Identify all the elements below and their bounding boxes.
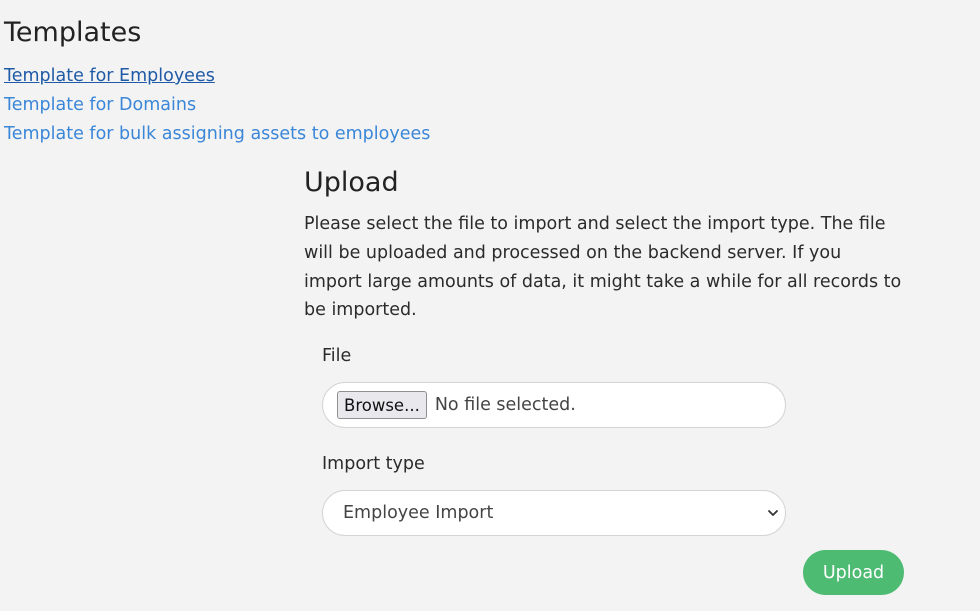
template-domains-link[interactable]: Template for Domains <box>4 91 430 120</box>
chevron-down-icon <box>767 507 779 519</box>
file-status-text: No file selected. <box>434 395 576 415</box>
template-bulk-assign-link[interactable]: Template for bulk assigning assets to em… <box>4 120 430 149</box>
templates-heading: Templates <box>4 17 142 48</box>
file-label: File <box>322 346 352 366</box>
import-type-value: Employee Import <box>343 503 494 523</box>
import-type-select[interactable]: Employee Import <box>322 490 786 536</box>
upload-section: Upload Please select the file to import … <box>304 164 914 536</box>
template-links: Template for Employees Template for Doma… <box>4 62 430 149</box>
upload-form: File Browse... No file selected. Import … <box>322 344 786 536</box>
upload-description: Please select the file to import and sel… <box>304 214 902 321</box>
import-type-label: Import type <box>322 454 425 474</box>
browse-button[interactable]: Browse... <box>337 391 427 419</box>
template-employees-link[interactable]: Template for Employees <box>4 62 430 91</box>
upload-heading: Upload <box>304 167 399 198</box>
upload-button[interactable]: Upload <box>803 550 904 595</box>
file-input[interactable]: Browse... No file selected. <box>322 382 786 428</box>
